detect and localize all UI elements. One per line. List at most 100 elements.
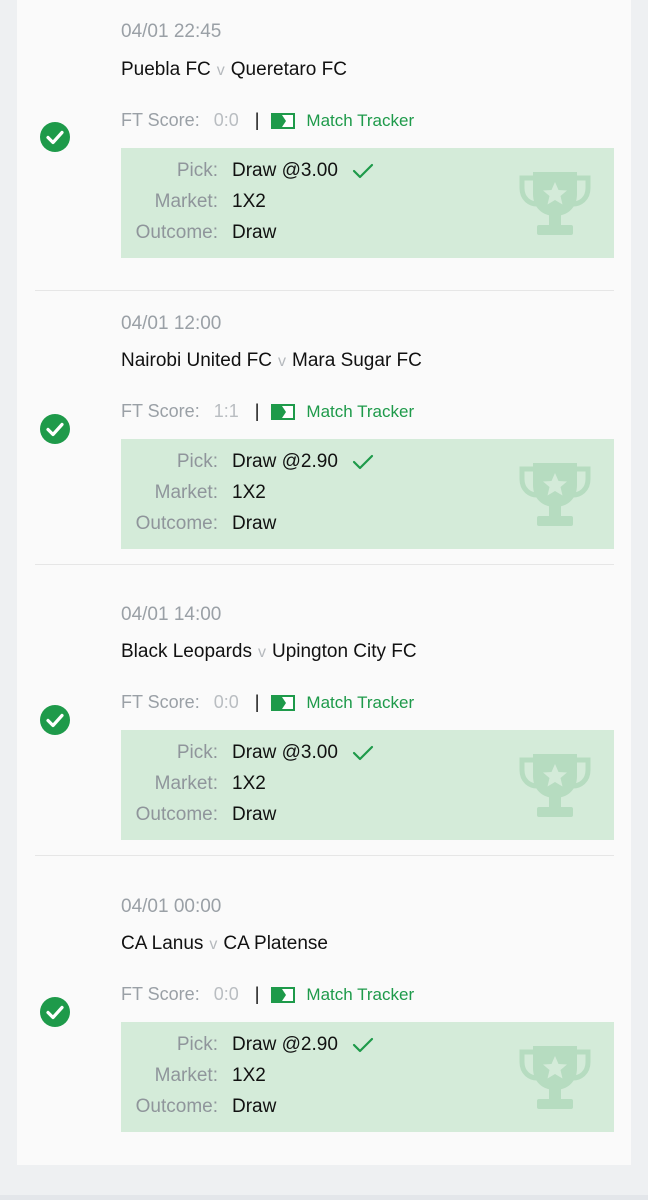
match-tracker-icon[interactable] bbox=[271, 112, 296, 129]
market-label: Market: bbox=[154, 773, 218, 794]
bet-card: 04/01 22:45 Puebla FC v Queretaro FC FT Sc… bbox=[17, 0, 614, 291]
check-circle-icon bbox=[40, 705, 70, 735]
pick-row: Pick: Draw @3.00 bbox=[121, 741, 374, 765]
market-value: 1X2 bbox=[232, 773, 266, 794]
outcome-value: Draw bbox=[232, 1096, 277, 1117]
match-tracker-link[interactable]: Match Tracker bbox=[306, 111, 414, 131]
ft-score-value: 0:0 bbox=[213, 984, 239, 1004]
score-row: FT Score: 0:0 | Match Tracker bbox=[121, 984, 414, 1005]
home-team: Black Leopards bbox=[121, 641, 252, 662]
versus-label: v bbox=[257, 644, 266, 661]
match-tracker-link[interactable]: Match Tracker bbox=[306, 985, 414, 1005]
outcome-value: Draw bbox=[232, 222, 277, 243]
ft-score-label: FT Score: bbox=[121, 110, 200, 130]
ft-score-value: 0:0 bbox=[213, 110, 239, 130]
check-circle-icon bbox=[40, 414, 70, 444]
trophy-icon bbox=[519, 1046, 591, 1109]
match-tracker-icon[interactable] bbox=[271, 403, 296, 420]
match-datetime: 04/01 22:45 bbox=[121, 21, 222, 42]
page-footer-strip bbox=[0, 1195, 648, 1200]
outcome-label: Outcome: bbox=[135, 804, 218, 825]
ft-score-value: 0:0 bbox=[213, 692, 239, 712]
market-row: Market: 1X2 bbox=[121, 1064, 266, 1088]
check-icon bbox=[352, 1037, 373, 1053]
pick-label: Pick: bbox=[176, 160, 218, 181]
score-row: FT Score: 1:1 | Match Tracker bbox=[121, 401, 414, 422]
pick-details-box: Pick: Draw @2.90 Market: 1X2 Outcome: Dr… bbox=[121, 439, 614, 549]
market-value: 1X2 bbox=[232, 482, 266, 503]
pick-value: Draw @3.00 bbox=[232, 160, 338, 181]
outcome-row: Outcome: Draw bbox=[121, 512, 277, 536]
match-datetime: 04/01 00:00 bbox=[121, 896, 222, 917]
match-teams[interactable]: CA Lanus v CA Platense bbox=[121, 933, 328, 955]
pick-label: Pick: bbox=[176, 1034, 218, 1055]
market-label: Market: bbox=[154, 1065, 218, 1086]
outcome-label: Outcome: bbox=[135, 1096, 218, 1117]
score-row: FT Score: 0:0 | Match Tracker bbox=[121, 110, 414, 131]
match-tracker-link[interactable]: Match Tracker bbox=[306, 402, 414, 422]
match-tracker-link[interactable]: Match Tracker bbox=[306, 693, 414, 713]
bet-card: 04/01 14:00 Black Leopards v Upington City… bbox=[17, 565, 614, 856]
home-team: Nairobi United FC bbox=[121, 350, 272, 371]
outcome-row: Outcome: Draw bbox=[121, 221, 277, 245]
check-icon bbox=[352, 454, 373, 470]
divider: | bbox=[254, 692, 260, 712]
outcome-label: Outcome: bbox=[135, 222, 218, 243]
versus-label: v bbox=[278, 353, 286, 370]
market-row: Market: 1X2 bbox=[121, 190, 266, 214]
market-value: 1X2 bbox=[232, 1065, 266, 1086]
market-row: Market: 1X2 bbox=[121, 772, 266, 796]
score-row: FT Score: 0:0 | Match Tracker bbox=[121, 692, 414, 713]
pick-label: Pick: bbox=[176, 451, 218, 472]
versus-label: v bbox=[216, 62, 225, 79]
pick-details-box: Pick: Draw @3.00 Market: 1X2 Outcome: Dr… bbox=[121, 730, 614, 840]
trophy-icon bbox=[519, 172, 591, 235]
outcome-row: Outcome: Draw bbox=[121, 803, 277, 827]
away-team: Upington City FC bbox=[271, 641, 417, 662]
bet-card: 04/01 00:00 CA Lanus v CA Platense FT Scor… bbox=[17, 857, 614, 1148]
pick-details-box: Pick: Draw @2.90 Market: 1X2 Outcome: Dr… bbox=[121, 1022, 614, 1132]
pick-value: Draw @2.90 bbox=[232, 1034, 338, 1055]
scrollbar[interactable] bbox=[631, 0, 648, 1165]
versus-label: v bbox=[209, 936, 218, 953]
trophy-icon bbox=[519, 754, 591, 817]
pick-row: Pick: Draw @3.00 bbox=[121, 159, 374, 183]
pick-value: Draw @3.00 bbox=[232, 742, 338, 763]
bet-card: 04/01 12:00 Nairobi United FC v Mara Sugar… bbox=[17, 274, 614, 565]
outcome-row: Outcome: Draw bbox=[121, 1095, 277, 1119]
home-team: Puebla FC bbox=[121, 59, 211, 80]
outcome-value: Draw bbox=[232, 513, 277, 534]
match-teams[interactable]: Puebla FC v Queretaro FC bbox=[121, 59, 347, 81]
pick-row: Pick: Draw @2.90 bbox=[121, 450, 374, 474]
away-team: Queretaro FC bbox=[230, 59, 347, 80]
outcome-label: Outcome: bbox=[135, 513, 218, 534]
ft-score-label: FT Score: bbox=[121, 401, 200, 421]
match-teams[interactable]: Nairobi United FC v Mara Sugar FC bbox=[121, 350, 422, 372]
ft-score-value: 1:1 bbox=[213, 401, 239, 421]
match-datetime: 04/01 14:00 bbox=[121, 604, 222, 625]
away-team: CA Platense bbox=[223, 933, 328, 954]
check-icon bbox=[352, 745, 373, 761]
pick-row: Pick: Draw @2.90 bbox=[121, 1033, 374, 1057]
ft-score-label: FT Score: bbox=[121, 984, 200, 1004]
check-circle-icon bbox=[40, 997, 70, 1027]
check-circle-icon bbox=[40, 122, 70, 152]
market-label: Market: bbox=[154, 191, 218, 212]
check-icon bbox=[352, 163, 373, 179]
divider: | bbox=[254, 401, 260, 421]
divider: | bbox=[254, 110, 260, 130]
outcome-value: Draw bbox=[232, 804, 277, 825]
market-label: Market: bbox=[154, 482, 218, 503]
pick-details-box: Pick: Draw @3.00 Market: 1X2 Outcome: Dr… bbox=[121, 148, 614, 258]
ft-score-label: FT Score: bbox=[121, 692, 200, 712]
market-value: 1X2 bbox=[232, 191, 266, 212]
match-tracker-icon[interactable] bbox=[271, 986, 296, 1003]
away-team: Mara Sugar FC bbox=[292, 350, 422, 371]
match-teams[interactable]: Black Leopards v Upington City FC bbox=[121, 641, 417, 663]
match-datetime: 04/01 12:00 bbox=[121, 313, 222, 334]
match-tracker-icon[interactable] bbox=[271, 694, 296, 711]
pick-value: Draw @2.90 bbox=[232, 451, 338, 472]
divider: | bbox=[254, 984, 260, 1004]
market-row: Market: 1X2 bbox=[121, 481, 266, 505]
home-team: CA Lanus bbox=[121, 933, 204, 954]
